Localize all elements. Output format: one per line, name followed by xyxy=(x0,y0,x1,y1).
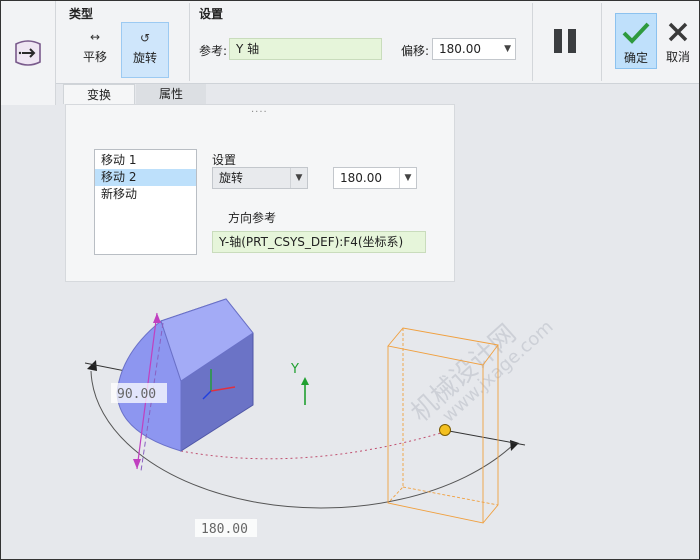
motion-type-select[interactable]: 旋转 ▼ xyxy=(212,167,308,189)
transform-panel: ···· 移动 1 移动 2 新移动 设置 旋转 ▼ 180.00 ▼ 方向参考… xyxy=(65,104,455,282)
rotation-path xyxy=(180,432,442,460)
reference-field[interactable]: Y 轴 xyxy=(229,38,382,60)
tab-properties[interactable]: 属性 xyxy=(136,84,206,104)
motion-type-value: 旋转 xyxy=(219,171,244,185)
pause-icon xyxy=(554,29,562,53)
reference-label: 参考: xyxy=(199,44,228,58)
ribbon-app-area xyxy=(1,1,56,105)
ribbon-toolbar: 类型 ↔ 平移 ↺ 旋转 设置 参考: Y 轴 偏移: 180.00 ▼ 确定 … xyxy=(1,1,699,105)
cancel-label: 取消 xyxy=(665,50,690,64)
ribbon-divider xyxy=(189,3,190,81)
ribbon-divider xyxy=(601,3,602,81)
translate-label: 平移 xyxy=(82,50,107,64)
offset-value: 180.00 xyxy=(439,42,481,56)
dimension-leader xyxy=(448,430,526,446)
direction-reference-label: 方向参考 xyxy=(228,211,277,225)
check-icon xyxy=(622,22,650,44)
close-icon xyxy=(668,22,688,42)
graphics-viewport[interactable]: 机械设计网 www.jxage.com 90.00 Y 180.00 xyxy=(1,283,699,559)
tab-transform[interactable]: 变换 xyxy=(63,84,135,104)
list-item[interactable]: 新移动 xyxy=(95,186,196,203)
arrow-head-icon xyxy=(510,440,519,451)
angle-dimension-90[interactable]: 90.00 xyxy=(117,387,156,402)
y-axis-label: Y xyxy=(290,362,299,377)
list-item[interactable]: 移动 2 xyxy=(95,169,196,186)
arrow-up-icon xyxy=(301,377,309,385)
arrow-up-icon xyxy=(153,313,161,323)
arrow-down-icon xyxy=(133,459,141,469)
move-list[interactable]: 移动 1 移动 2 新移动 xyxy=(94,149,197,255)
angle-value: 180.00 xyxy=(340,171,382,185)
panel-grip[interactable]: ···· xyxy=(251,107,268,118)
settings-group-title: 设置 xyxy=(199,7,224,21)
rotate-button[interactable]: ↺ 旋转 xyxy=(121,22,169,78)
offset-label: 偏移: xyxy=(401,44,430,58)
angle-dimension-180[interactable]: 180.00 xyxy=(201,522,248,537)
list-item[interactable]: 移动 1 xyxy=(95,152,196,169)
panel-settings-label: 设置 xyxy=(212,153,237,167)
type-group-title: 类型 xyxy=(69,7,94,21)
direction-reference-field[interactable]: Y-轴(PRT_CSYS_DEF):F4(坐标系) xyxy=(212,231,426,253)
move-copy-icon[interactable] xyxy=(12,38,44,68)
offset-select[interactable]: 180.00 ▼ xyxy=(432,38,516,60)
drag-handle[interactable] xyxy=(439,424,451,436)
rotate-icon: ↺ xyxy=(139,31,151,45)
ok-label: 确定 xyxy=(623,51,648,65)
rotate-label: 旋转 xyxy=(132,51,157,65)
chevron-down-icon: ▼ xyxy=(399,168,416,188)
chevron-down-icon: ▼ xyxy=(504,44,511,54)
ribbon-divider xyxy=(532,3,533,81)
ok-button[interactable]: 确定 xyxy=(615,13,657,69)
chevron-down-icon: ▼ xyxy=(290,168,307,188)
angle-select[interactable]: 180.00 ▼ xyxy=(333,167,417,189)
translate-icon: ↔ xyxy=(89,30,101,44)
cancel-button[interactable]: 取消 xyxy=(660,13,696,69)
translate-button[interactable]: ↔ 平移 xyxy=(71,22,119,78)
pause-button[interactable] xyxy=(554,29,582,55)
